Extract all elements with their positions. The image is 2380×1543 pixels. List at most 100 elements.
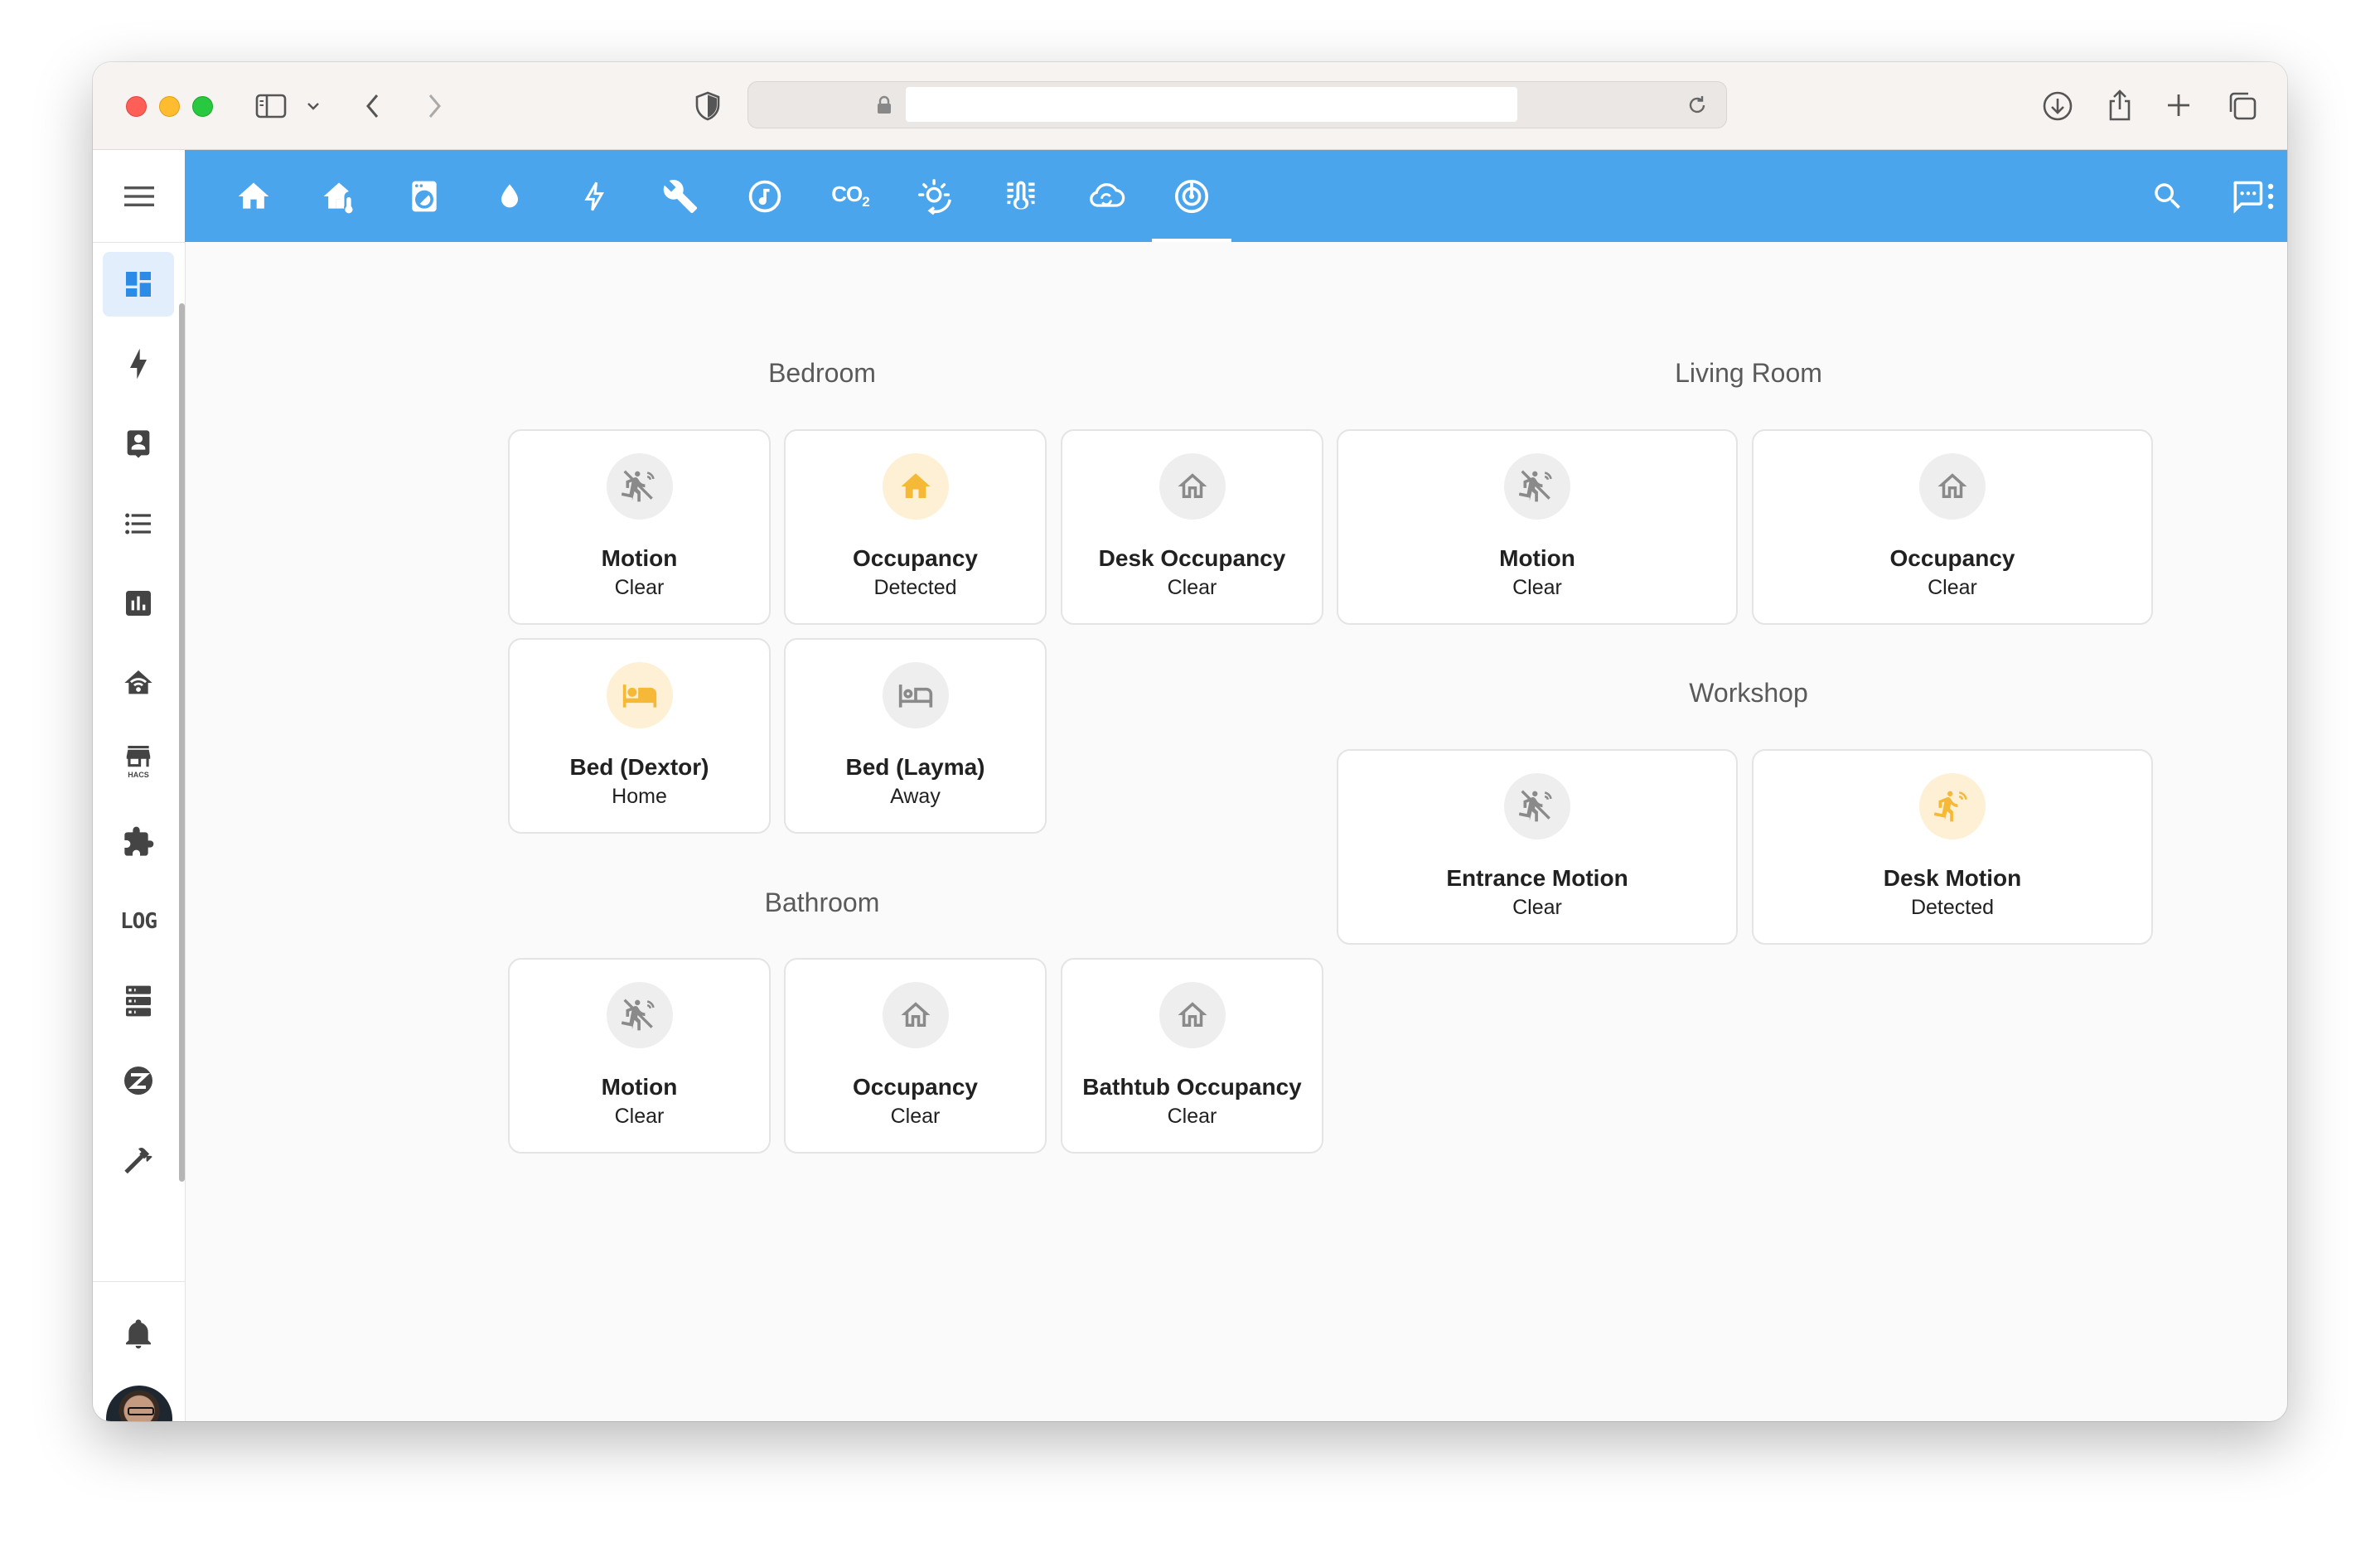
address-bar[interactable] <box>747 81 1727 128</box>
reload-icon[interactable] <box>1683 91 1711 119</box>
section-title-living-room: Living Room <box>1675 358 1822 388</box>
back-icon[interactable] <box>356 89 389 123</box>
home-wifi-icon[interactable] <box>103 651 174 715</box>
avatar-glasses <box>128 1407 154 1415</box>
cloud-sync-icon[interactable] <box>1067 150 1146 242</box>
card-name: Bed (Dextor) <box>569 754 709 780</box>
home-icon <box>882 453 949 520</box>
card-name: Desk Occupancy <box>1098 545 1286 571</box>
card-state: Clear <box>1167 1105 1217 1128</box>
dashboard-icon[interactable] <box>103 252 174 317</box>
home-outline-icon <box>1919 453 1986 520</box>
card-state: Away <box>890 785 941 808</box>
browser-toolbar <box>93 62 2287 150</box>
washing-machine-icon[interactable] <box>385 150 464 242</box>
history-chart-icon[interactable] <box>103 571 174 636</box>
motion-sensor-off-icon <box>606 982 673 1048</box>
minimize-window-button[interactable] <box>159 96 180 117</box>
dashboard-content: Bedroom Motion Clear Occupancy Detected … <box>186 242 2287 1421</box>
home-outline-icon <box>1159 982 1226 1048</box>
card-state: Clear <box>614 576 665 599</box>
card-name: Motion <box>1499 545 1575 571</box>
card-state: Clear <box>1928 576 1977 599</box>
puzzle-icon[interactable] <box>103 810 174 874</box>
energy-icon[interactable] <box>103 331 174 396</box>
user-avatar[interactable] <box>106 1386 172 1421</box>
radar-icon[interactable] <box>1152 150 1231 242</box>
co2-sub: 2 <box>862 194 870 210</box>
card-state: Clear <box>614 1105 665 1128</box>
card-bathroom-occupancy[interactable]: Occupancy Clear <box>784 958 1047 1154</box>
card-bathroom-motion[interactable]: Motion Clear <box>508 958 771 1154</box>
co2-icon[interactable]: CO2 <box>810 150 890 242</box>
card-name: Bed (Layma) <box>845 754 985 780</box>
map-person-icon[interactable] <box>103 412 174 476</box>
motion-sensor-off-icon <box>1504 453 1570 520</box>
card-name: Entrance Motion <box>1446 865 1628 891</box>
ha-sidebar: HACS LOG <box>93 150 186 1421</box>
bed-icon <box>606 662 673 728</box>
card-name: Bathtub Occupancy <box>1082 1074 1302 1100</box>
sun-cycle-icon[interactable] <box>896 150 975 242</box>
card-bathroom-bathtub-occupancy[interactable]: Bathtub Occupancy Clear <box>1061 958 1323 1154</box>
section-title-bedroom: Bedroom <box>768 358 876 388</box>
card-bedroom-bed-layma[interactable]: Bed (Layma) Away <box>784 638 1047 834</box>
log-icon[interactable]: LOG <box>103 889 174 954</box>
sidebar-scrollbar[interactable] <box>179 303 185 1182</box>
card-bedroom-desk-occupancy[interactable]: Desk Occupancy Clear <box>1061 429 1323 625</box>
lightning-icon[interactable] <box>555 150 635 242</box>
card-bedroom-bed-dextor[interactable]: Bed (Dextor) Home <box>508 638 771 834</box>
dashboard-tabs-bar: CO2 <box>185 150 2287 242</box>
card-bedroom-occupancy[interactable]: Occupancy Detected <box>784 429 1047 625</box>
sidebar-toggle-icon[interactable] <box>254 89 288 123</box>
server-icon[interactable] <box>103 969 174 1033</box>
motion-sensor-icon <box>1919 773 1986 839</box>
thermometer-lines-icon[interactable] <box>981 150 1061 242</box>
url-text[interactable] <box>906 87 1517 122</box>
home-outline-icon <box>882 982 949 1048</box>
browser-window: HACS LOG CO2 Bedroom Motion Clear Occupa… <box>93 62 2287 1421</box>
chevron-down-icon[interactable] <box>303 94 323 119</box>
card-name: Motion <box>601 545 678 571</box>
motion-sensor-off-icon <box>606 453 673 520</box>
close-window-button[interactable] <box>126 96 147 117</box>
log-label: LOG <box>120 909 157 934</box>
card-state: Detected <box>873 576 957 599</box>
zoom-window-button[interactable] <box>192 96 213 117</box>
logbook-list-icon[interactable] <box>103 491 174 556</box>
bell-icon[interactable] <box>103 1308 174 1359</box>
card-workshop-desk-motion[interactable]: Desk Motion Detected <box>1752 749 2153 945</box>
water-drop-icon[interactable] <box>470 150 549 242</box>
card-state: Detected <box>1910 896 1995 919</box>
wrench-icon[interactable] <box>641 150 720 242</box>
search-icon[interactable] <box>2128 150 2208 242</box>
card-state: Clear <box>1512 576 1562 599</box>
hacs-label: HACS <box>128 771 149 779</box>
menu-icon[interactable] <box>93 150 185 243</box>
music-icon[interactable] <box>725 150 805 242</box>
tab-overview-icon[interactable] <box>2224 88 2261 124</box>
card-workshop-entrance-motion[interactable]: Entrance Motion Clear <box>1337 749 1738 945</box>
sidebar-divider <box>93 1281 185 1282</box>
more-vertical-icon-glyph[interactable] <box>2254 150 2287 242</box>
card-name: Occupancy <box>853 545 978 571</box>
zwave-icon[interactable] <box>103 1048 174 1113</box>
motion-sensor-off-icon <box>1504 773 1570 839</box>
home-icon[interactable] <box>214 150 293 242</box>
card-state: Clear <box>1512 896 1562 919</box>
forward-icon[interactable] <box>418 89 451 123</box>
home-thermometer-icon[interactable] <box>299 150 379 242</box>
card-state: Clear <box>890 1105 941 1128</box>
card-living-room-motion[interactable]: Motion Clear <box>1337 429 1738 625</box>
hacs-store-icon[interactable]: HACS <box>103 730 174 795</box>
new-tab-icon[interactable] <box>2162 89 2195 122</box>
card-bedroom-motion[interactable]: Motion Clear <box>508 429 771 625</box>
lock-icon <box>874 94 894 117</box>
hammer-icon[interactable] <box>103 1128 174 1192</box>
card-name: Desk Motion <box>1883 865 2022 891</box>
co2-label: CO <box>831 181 863 206</box>
privacy-shield-icon[interactable] <box>691 89 724 123</box>
card-living-room-occupancy[interactable]: Occupancy Clear <box>1752 429 2153 625</box>
downloads-icon[interactable] <box>2039 88 2076 124</box>
share-icon[interactable] <box>2102 85 2138 125</box>
